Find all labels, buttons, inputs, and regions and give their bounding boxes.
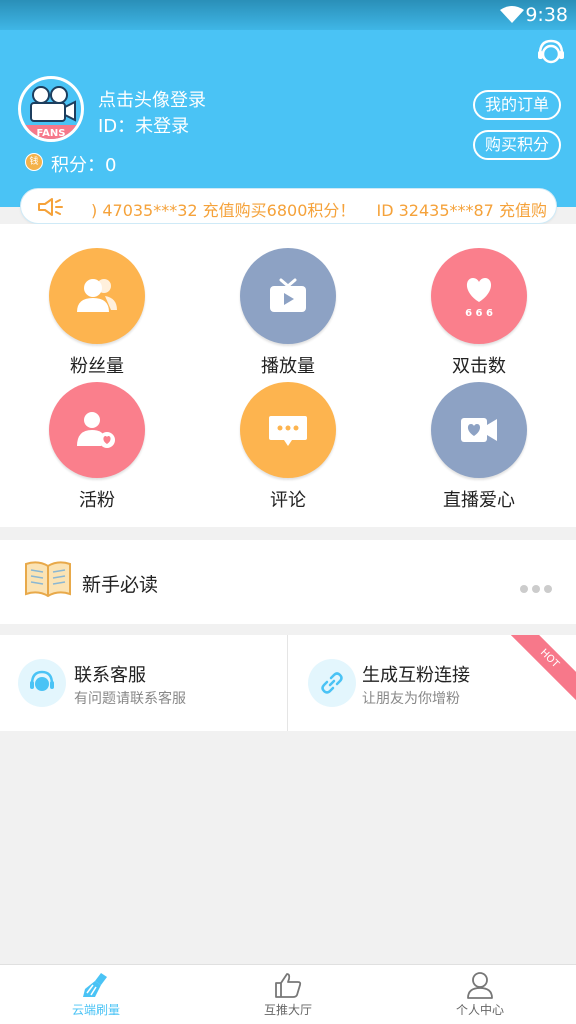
feature-plays[interactable]: 播放量 [213,248,363,378]
status-bar: 9:38 [0,0,576,30]
generate-link-card[interactable]: 生成互粉连接 让朋友为你增粉 HOT [288,635,576,731]
nav-promo-hall-label: 互推大厅 [263,1003,312,1017]
plays-label: 播放量 [261,356,315,377]
fans-button[interactable] [49,248,145,344]
generate-link-subtitle: 让朋友为你增粉 [362,691,460,707]
generate-link-title: 生成互粉连接 [362,665,470,686]
svg-text:FANS: FANS [37,128,66,139]
my-orders-button[interactable]: 我的订单 [473,90,561,120]
nav-profile-label: 个人中心 [455,1003,504,1017]
coin-icon: 钱 [25,153,43,171]
thumbs-up-icon [275,973,302,998]
headset-icon [18,659,66,707]
bottom-nav: 云端刷量 互推大厅 个人中心 [0,964,576,1024]
book-icon [25,561,71,598]
buy-points-button[interactable]: 购买积分 [473,130,561,160]
live-hearts-label: 直播爱心 [443,490,515,511]
nav-cloud-boost-label: 云端刷量 [71,1003,120,1017]
contact-service-subtitle: 有问题请联系客服 [74,691,186,707]
announcement-marquee: ) 47035***32 充值购买6800积分！ ID 32435***87 充… [20,188,557,224]
tv-play-icon [270,278,306,312]
feature-active-fans[interactable]: 活粉 [22,382,172,512]
nav-profile[interactable]: 个人中心 [384,965,576,1024]
comments-label: 评论 [270,490,306,511]
customer-service-icon[interactable] [536,38,566,66]
user-id: ID：未登录 [98,116,190,137]
nav-cloud-boost[interactable]: 云端刷量 [0,965,192,1024]
comment-icon [269,416,307,446]
hot-badge: HOT [503,635,576,705]
more-icon[interactable] [516,578,552,597]
avatar[interactable]: FANS [18,76,84,142]
comments-button[interactable] [240,382,336,478]
plays-button[interactable] [240,248,336,344]
speaker-icon [38,198,63,216]
announcement-text: ) 47035***32 充值购买6800积分！ ID 32435***87 充… [91,201,547,220]
broom-icon [83,973,107,997]
user-heart-icon [77,412,115,448]
wifi-icon [500,6,524,23]
feature-double-tap[interactable]: 6 6 6 双击数 [404,248,554,378]
feature-grid: 粉丝量 播放量 6 6 6 双击数 活粉 评论 直播爱心 [0,224,576,527]
profile-header: 9:38 FANS 点击头像登录 ID：未登录 钱 积分：0 我的订单 购买积分 [0,0,576,207]
active-fans-button[interactable] [49,382,145,478]
fans-label: 粉丝量 [70,356,124,377]
nav-promo-hall[interactable]: 互推大厅 [192,965,384,1024]
feature-comments[interactable]: 评论 [213,382,363,512]
avatar-fans-logo: FANS [21,79,81,139]
active-fans-label: 活粉 [79,490,115,511]
video-heart-icon [461,418,497,442]
users-icon [77,279,117,312]
double-tap-button[interactable]: 6 6 6 [431,248,527,344]
status-time: 9:38 [525,4,568,26]
heart-666-icon: 6 6 6 [465,278,493,318]
newbie-guide-label: 新手必读 [82,574,159,596]
person-icon [467,972,493,999]
contact-service-card[interactable]: 联系客服 有问题请联系客服 [0,635,288,731]
login-prompt[interactable]: 点击头像登录 [98,86,206,112]
services-row: 联系客服 有问题请联系客服 生成互粉连接 让朋友为你增粉 HOT [0,635,576,731]
points-balance: 积分：0 [51,155,117,176]
feature-fans[interactable]: 粉丝量 [22,248,172,378]
link-icon [308,659,356,707]
feature-live-hearts[interactable]: 直播爱心 [404,382,554,512]
newbie-guide-row[interactable]: 新手必读 [0,540,576,624]
double-tap-label: 双击数 [452,356,506,377]
svg-text:6 6 6: 6 6 6 [465,308,493,318]
contact-service-title: 联系客服 [74,665,146,686]
live-hearts-button[interactable] [431,382,527,478]
